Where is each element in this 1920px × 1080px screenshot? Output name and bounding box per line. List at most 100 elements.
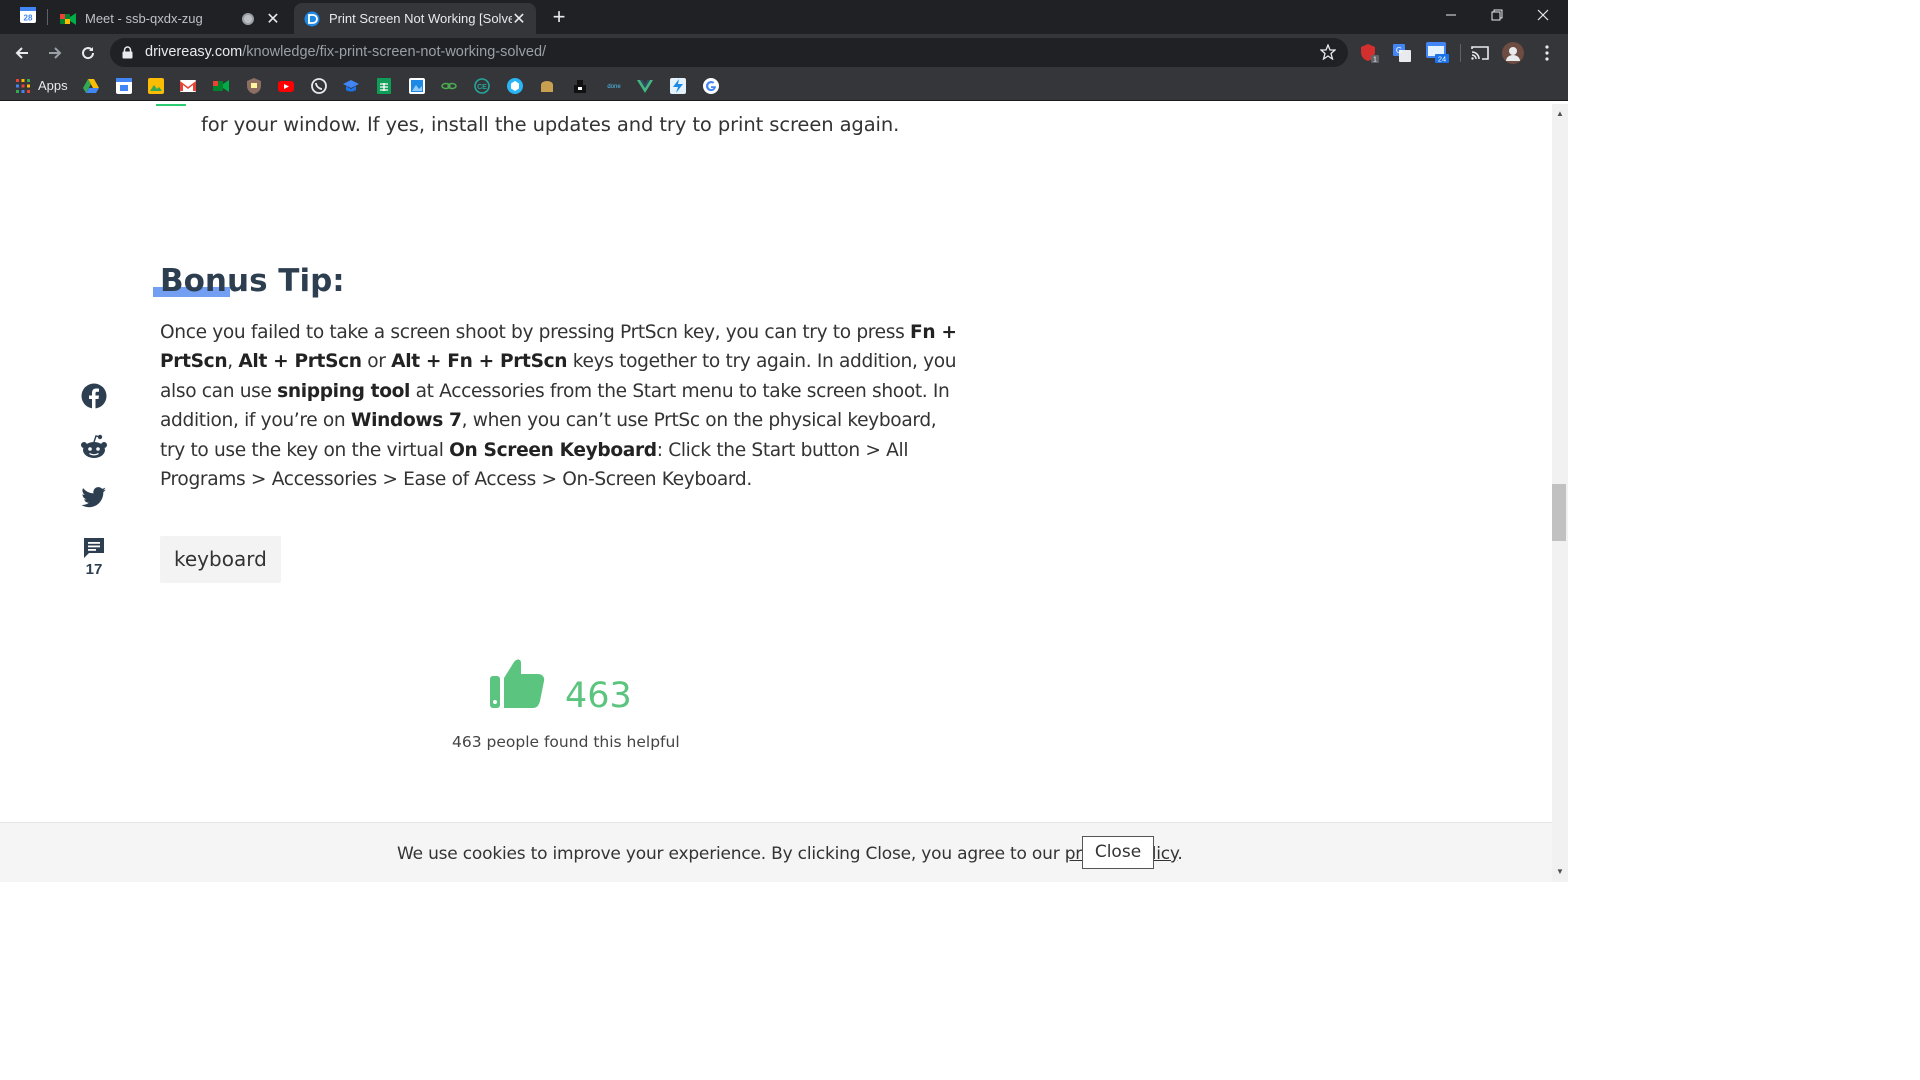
pinned-tab-badge: 28	[24, 13, 33, 22]
bookmark-apps[interactable]: Apps	[16, 78, 68, 93]
paragraph-text: Once you failed to take a screen shoot b…	[160, 322, 910, 343]
scroll-down-icon[interactable]: ▼	[1555, 867, 1565, 876]
twitter-icon	[81, 487, 106, 508]
google-meet-icon	[60, 11, 76, 27]
close-window-button[interactable]	[1520, 0, 1566, 30]
google-sheets-icon[interactable]	[376, 78, 392, 94]
tab-strip: 28 Meet - ssb-qxdx-zug ✕ Print Screen No…	[0, 0, 1568, 34]
shield-icon[interactable]	[246, 78, 262, 94]
cookie-text-after: .	[1177, 844, 1183, 864]
minimize-button[interactable]	[1428, 0, 1474, 30]
image-editor-icon[interactable]	[409, 78, 425, 94]
bonus-tip-paragraph: Once you failed to take a screen shoot b…	[160, 318, 960, 494]
svg-text:done: done	[607, 84, 621, 90]
scrollbar-thumb[interactable]	[1552, 484, 1566, 541]
google-meet-icon[interactable]	[213, 78, 229, 94]
lock-icon[interactable]	[122, 46, 133, 64]
minimize-icon	[1446, 14, 1456, 16]
helpful-text: 463 people found this helpful	[452, 733, 680, 751]
scroll-up-icon[interactable]: ▲	[1555, 109, 1565, 118]
restore-button[interactable]	[1474, 0, 1520, 30]
comment-icon	[84, 538, 104, 558]
tab-title: Meet - ssb-qxdx-zug	[85, 11, 203, 26]
profile-avatar[interactable]	[1502, 42, 1524, 64]
apps-grid-icon	[16, 78, 30, 93]
extension-badge: 24	[1438, 55, 1446, 64]
youtube-icon[interactable]	[278, 78, 294, 94]
bold-keyword: Alt + PrtScn	[238, 351, 362, 373]
extension-badge: 1	[1373, 57, 1377, 64]
cube-icon[interactable]	[507, 78, 523, 94]
gmail-icon[interactable]	[180, 78, 196, 94]
tab-drivereasy[interactable]: Print Screen Not Working [Solved] ✕	[294, 3, 536, 34]
reddit-share-button[interactable]	[78, 434, 110, 460]
browser-toolbar: drivereasy.com/knowledge/fix-print-scree…	[0, 34, 1568, 71]
link-icon[interactable]	[441, 78, 457, 94]
apps-label: Apps	[38, 78, 68, 93]
bold-keyword: snipping tool	[277, 380, 411, 402]
recording-indicator-icon	[242, 12, 254, 25]
google-photos-icon[interactable]	[148, 78, 164, 94]
close-tab-icon[interactable]: ✕	[512, 9, 526, 29]
vuejs-icon[interactable]	[637, 78, 653, 94]
url-host: drivereasy.com	[145, 44, 243, 60]
menu-kebab-icon[interactable]	[1536, 42, 1558, 64]
pinned-tab-calendar[interactable]: 28	[8, 3, 48, 31]
url-text[interactable]: drivereasy.com/knowledge/fix-print-scree…	[145, 44, 546, 60]
bookmark-star-icon[interactable]	[1319, 43, 1337, 65]
facebook-icon	[81, 383, 107, 409]
paragraph-text: ,	[227, 351, 239, 373]
google-calendar-icon[interactable]	[116, 78, 132, 94]
close-tab-icon[interactable]: ✕	[266, 9, 280, 29]
cookie-message: We use cookies to improve your experienc…	[397, 844, 1183, 864]
close-icon	[1537, 9, 1549, 21]
cookie-text-before: We use cookies to improve your experienc…	[397, 844, 1065, 864]
calendar-extension-icon[interactable]: 24	[1425, 42, 1451, 64]
toolbar-divider	[1460, 44, 1461, 62]
globe-icon[interactable]: CE	[474, 78, 490, 94]
reddit-icon	[81, 434, 107, 458]
cookie-banner: We use cookies to improve your experienc…	[0, 822, 1552, 882]
bookmarks-bar: Apps CE done	[0, 71, 1568, 101]
drivereasy-icon	[304, 11, 320, 27]
url-path: /knowledge/fix-print-screen-not-working-…	[242, 44, 547, 60]
crown-icon[interactable]	[572, 78, 588, 94]
previous-item-marker	[156, 104, 186, 106]
google-icon[interactable]	[703, 78, 719, 94]
back-button[interactable]	[9, 40, 35, 66]
address-bar[interactable]: drivereasy.com/knowledge/fix-print-scree…	[110, 38, 1348, 67]
cast-icon[interactable]	[1469, 42, 1491, 64]
paragraph-text: or	[361, 351, 392, 373]
restore-icon	[1491, 9, 1503, 21]
extension-shield-icon[interactable]: 1	[1359, 42, 1381, 64]
reload-button[interactable]	[75, 40, 101, 66]
svg-text:CE: CE	[477, 84, 487, 91]
twitter-share-button[interactable]	[78, 487, 110, 509]
cookie-close-button[interactable]: Close	[1082, 836, 1154, 869]
tag-keyword[interactable]: keyboard	[160, 536, 281, 583]
whatsapp-icon[interactable]	[311, 78, 327, 94]
bold-keyword: On Screen Keyboard	[449, 439, 657, 461]
bold-keyword: Alt + Fn + PrtScn	[391, 351, 568, 373]
text-logo-icon[interactable]: done	[604, 78, 624, 94]
bold-keyword: Windows 7	[350, 410, 462, 432]
google-calendar-icon: 28	[19, 6, 37, 29]
comments-button[interactable]	[78, 536, 110, 560]
thumbs-up-button[interactable]	[488, 656, 546, 715]
forward-arrow-icon	[49, 47, 62, 59]
google-translate-icon[interactable]: G	[1391, 42, 1413, 64]
like-count: 463	[565, 676, 632, 716]
comment-count: 17	[85, 561, 103, 578]
bonus-tip-heading: Bonus Tip:	[160, 263, 345, 299]
forward-button[interactable]	[42, 40, 68, 66]
graduation-cap-icon[interactable]	[343, 78, 359, 94]
back-arrow-icon	[15, 47, 28, 59]
tab-separator	[47, 9, 48, 25]
google-drive-icon[interactable]	[83, 78, 99, 94]
bread-icon[interactable]	[539, 78, 555, 94]
lightning-icon[interactable]	[670, 78, 686, 94]
facebook-share-button[interactable]	[78, 383, 110, 409]
tab-title: Print Screen Not Working [Solved]	[329, 11, 512, 26]
tab-meet[interactable]: Meet - ssb-qxdx-zug ✕	[50, 3, 290, 34]
new-tab-button[interactable]: +	[547, 5, 571, 29]
